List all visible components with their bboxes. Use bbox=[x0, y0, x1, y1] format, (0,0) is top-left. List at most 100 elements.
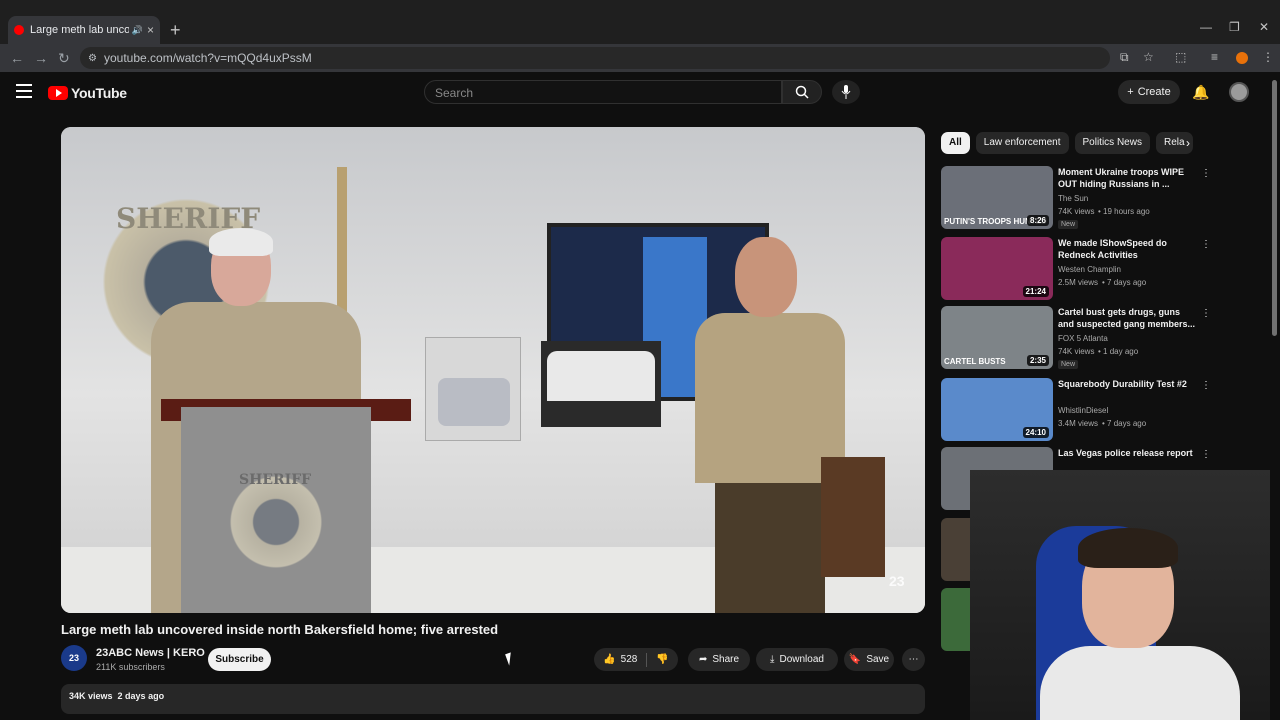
reload-icon[interactable]: ↻ bbox=[58, 50, 70, 67]
url-text: youtube.com/watch?v=mQQd4uxPssM bbox=[104, 51, 312, 65]
share-icon: ➦ bbox=[698, 654, 708, 665]
channel-avatar[interactable]: 23 bbox=[61, 645, 87, 671]
maximize-icon[interactable]: ❐ bbox=[1229, 20, 1240, 34]
voice-search-button[interactable] bbox=[832, 80, 860, 104]
close-window-icon[interactable]: ✕ bbox=[1259, 20, 1269, 34]
speaker-icon[interactable]: 🔊 bbox=[132, 25, 143, 36]
webcam-overlay bbox=[970, 470, 1270, 720]
install-app-icon[interactable]: ⧉ bbox=[1120, 50, 1129, 65]
save-label: Save bbox=[866, 654, 890, 665]
chip-law-enforcement[interactable]: Law enforcement bbox=[975, 132, 1069, 154]
like-button[interactable]: 👍 528 bbox=[603, 654, 637, 665]
video-thumbnail[interactable]: CARTEL BUSTS 2:35 bbox=[941, 306, 1053, 369]
view-count: 34K views bbox=[69, 691, 113, 701]
back-icon[interactable]: ← bbox=[10, 50, 24, 66]
bookmark-star-icon[interactable]: ☆ bbox=[1143, 50, 1154, 64]
recommended-video-title: We made IShowSpeed do Redneck Activities bbox=[1058, 238, 1167, 260]
new-badge: New bbox=[1058, 220, 1079, 229]
recommended-upload-age: • 7 days ago bbox=[1102, 278, 1147, 287]
new-badge: New bbox=[1058, 360, 1079, 369]
thumbs-up-icon: 👍 bbox=[603, 654, 616, 665]
create-label: Create bbox=[1137, 86, 1171, 98]
like-dislike-group: 👍 528 👎 bbox=[594, 648, 678, 671]
new-tab-button[interactable]: + bbox=[170, 20, 181, 41]
profile-avatar[interactable] bbox=[1236, 52, 1248, 64]
address-bar[interactable]: ⚙ youtube.com/watch?v=mQQd4uxPssM bbox=[80, 47, 1110, 69]
more-options-icon[interactable]: ⋮ bbox=[1201, 239, 1211, 250]
channel-name[interactable]: 23ABC News | KERO bbox=[96, 647, 205, 659]
search-button[interactable] bbox=[782, 80, 822, 104]
channel-watermark: 23 bbox=[889, 573, 905, 589]
page-scrollbar[interactable] bbox=[1272, 80, 1277, 336]
thumbnail-text: CARTEL BUSTS bbox=[944, 357, 1006, 366]
address-row: ← → ↻ ⚙ youtube.com/watch?v=mQQd4uxPssM … bbox=[0, 44, 1280, 72]
recommended-video[interactable]: 21:24 We made IShowSpeed do Redneck Activ… bbox=[941, 237, 1211, 301]
video-thumbnail[interactable]: 21:24 bbox=[941, 237, 1053, 300]
streamer-hair bbox=[1078, 528, 1178, 568]
recommended-channel-name[interactable]: FOX 5 Atlanta bbox=[1058, 334, 1108, 343]
thumbs-down-icon[interactable]: 👎 bbox=[656, 654, 668, 665]
save-button[interactable]: 🔖 Save bbox=[844, 648, 894, 671]
video-player[interactable]: SHERIFF SHERIFF 23 bbox=[61, 127, 925, 613]
wooden-cabinet bbox=[821, 457, 885, 577]
recommended-upload-age: • 7 days ago bbox=[1102, 419, 1147, 428]
download-label: Download bbox=[779, 654, 824, 665]
more-options-icon[interactable]: ⋮ bbox=[1201, 380, 1211, 391]
account-avatar[interactable] bbox=[1229, 82, 1249, 102]
video-title: Large meth lab uncovered inside north Ba… bbox=[61, 622, 499, 637]
search-input[interactable]: Search bbox=[424, 80, 782, 104]
recommended-view-count: 2.5M views bbox=[1058, 278, 1099, 287]
share-label: Share bbox=[712, 654, 740, 665]
recommended-video[interactable]: PUTIN'S TROOPS HUNTED 8:26 Moment Ukraine … bbox=[941, 166, 1211, 230]
youtube-play-icon bbox=[48, 86, 68, 100]
more-options-icon[interactable]: ⋮ bbox=[1201, 449, 1211, 460]
recommended-channel-name[interactable]: Westen Champlin bbox=[1058, 265, 1121, 274]
recommended-video-title: Moment Ukraine troops WIPE OUT hiding Ru… bbox=[1058, 167, 1185, 189]
recommended-video[interactable]: CARTEL BUSTS 2:35 Cartel bust gets drugs, … bbox=[941, 306, 1211, 370]
recommended-video[interactable]: 24:10 Squarebody Durability Test #2 Whistl… bbox=[941, 378, 1211, 442]
more-icon: ⋯ bbox=[908, 654, 919, 665]
recommended-channel-name[interactable]: The Sun bbox=[1058, 194, 1088, 203]
logo-text: YouTube bbox=[71, 85, 127, 101]
video-thumbnail[interactable]: PUTIN'S TROOPS HUNTED 8:26 bbox=[941, 166, 1053, 229]
youtube-favicon-icon bbox=[14, 25, 24, 35]
microphone-icon bbox=[841, 85, 851, 99]
download-button[interactable]: ⤓ Download bbox=[756, 648, 838, 671]
more-options-icon[interactable]: ⋮ bbox=[1201, 308, 1211, 319]
bookmark-icon: 🔖 bbox=[848, 654, 862, 665]
recommended-upload-age: • 1 day ago bbox=[1098, 347, 1139, 356]
streamer-shirt bbox=[1040, 646, 1240, 720]
extensions-icon[interactable]: ⬚ bbox=[1175, 50, 1186, 64]
duration-badge: 21:24 bbox=[1022, 286, 1049, 297]
video-thumbnail[interactable]: 24:10 bbox=[941, 378, 1053, 441]
browser-tab-active[interactable]: Large meth lab uncovered 🔊 × bbox=[8, 16, 160, 44]
minimize-icon[interactable]: — bbox=[1200, 20, 1212, 34]
chevron-right-icon[interactable]: › bbox=[1186, 136, 1190, 150]
media-controls-icon[interactable]: ≡ bbox=[1211, 50, 1218, 64]
duration-badge: 24:10 bbox=[1022, 427, 1049, 438]
recommended-channel-name[interactable]: WhistlinDiesel bbox=[1058, 406, 1108, 415]
description-box[interactable]: 34K views 2 days ago bbox=[61, 684, 925, 714]
youtube-header: YouTube Search + Create 🔔 bbox=[0, 72, 1280, 112]
notifications-bell-icon[interactable]: 🔔 bbox=[1192, 84, 1209, 101]
chip-politics-news[interactable]: Politics News bbox=[1074, 132, 1150, 154]
more-actions-button[interactable]: ⋯ bbox=[902, 648, 925, 671]
youtube-logo[interactable]: YouTube bbox=[48, 85, 127, 101]
forward-icon[interactable]: → bbox=[34, 50, 48, 66]
more-options-icon[interactable]: ⋮ bbox=[1201, 168, 1211, 179]
browser-tab-bar: Large meth lab uncovered 🔊 × + — ❐ ✕ bbox=[0, 0, 1280, 44]
browser-menu-icon[interactable]: ⋮ bbox=[1262, 50, 1274, 64]
menu-icon[interactable] bbox=[16, 84, 32, 102]
tab-close-icon[interactable]: × bbox=[147, 23, 154, 37]
recommended-view-count: 74K views bbox=[1058, 347, 1095, 356]
like-divider bbox=[646, 652, 648, 667]
mouse-cursor-icon bbox=[505, 652, 515, 666]
create-button[interactable]: + Create bbox=[1118, 80, 1180, 104]
site-info-icon[interactable]: ⚙ bbox=[88, 53, 97, 64]
subscribe-button[interactable]: Subscribe bbox=[208, 648, 271, 671]
recommended-video-title: Cartel bust gets drugs, guns and suspect… bbox=[1058, 307, 1196, 329]
chip-all[interactable]: All bbox=[941, 132, 970, 154]
upload-age: 2 days ago bbox=[117, 691, 165, 701]
duration-badge: 8:26 bbox=[1026, 215, 1049, 226]
share-button[interactable]: ➦ Share bbox=[688, 648, 750, 671]
